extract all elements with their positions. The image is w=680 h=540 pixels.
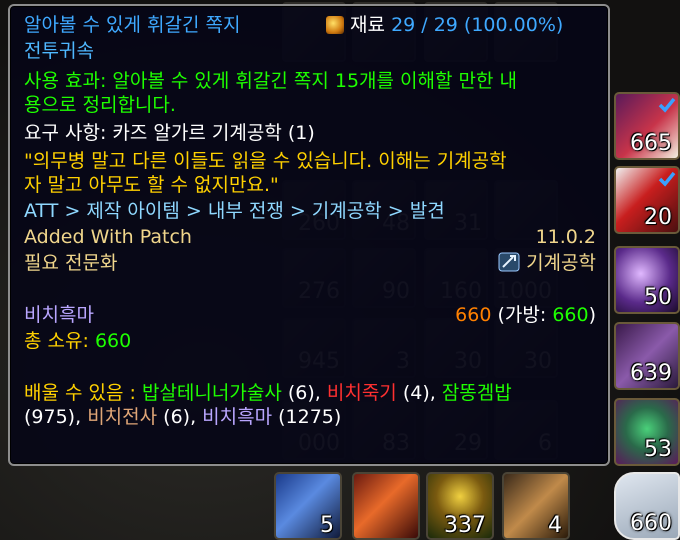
side-item-count: 665 [630, 131, 672, 156]
learnable-character: 밥살테니너가술사 [141, 382, 282, 404]
learnable-character: 비치흑마 [202, 406, 273, 428]
bind-type: 전투귀속 [24, 40, 94, 62]
side-item-count: 660 [630, 511, 672, 536]
side-item-slot[interactable]: 53 [614, 398, 680, 466]
side-item-slot[interactable]: 660 [614, 472, 680, 540]
side-item-slot[interactable]: 639 [614, 322, 680, 390]
side-item-slot[interactable]: 20 [614, 166, 680, 234]
learnable-character: 잠똥겜밥 [441, 382, 512, 404]
flavor-line-1: "의무병 말고 다른 이들도 읽을 수 있습니다. 이해는 기계공학 [24, 150, 507, 172]
action-bar-count: 5 [320, 513, 334, 538]
side-item-slot[interactable]: 50 [614, 246, 680, 314]
total-owned-label: 총 소유: [24, 330, 89, 352]
learnable-line-1: 배울 수 있음 : 밥살테니너가술사 (6), 비치죽기 (4), 잠똥겜밥 [24, 380, 512, 406]
flavor-line-2: 자 말고 아무도 할 수 없지만요." [24, 174, 279, 196]
learnable-count: (6), [287, 382, 321, 404]
learnable-count: (4), [402, 382, 436, 404]
added-with-patch-label: Added With Patch [24, 226, 192, 248]
character-count: 660 (가방: 660) [455, 302, 596, 328]
learnable-count: (975), [24, 406, 82, 428]
action-bar-slot[interactable]: 337 [426, 472, 494, 540]
reagent-info: 재료 29 / 29 (100.00%) [326, 12, 563, 38]
item-tooltip: 알아볼 수 있게 휘갈긴 쪽지 재료 29 / 29 (100.00%) 전투귀… [8, 4, 610, 466]
learnable-count: (6), [163, 406, 197, 428]
side-item-count: 50 [644, 285, 672, 310]
bag-count-value: 660 [552, 304, 589, 326]
action-bar-slot[interactable] [352, 472, 420, 540]
engineering-icon [498, 252, 520, 272]
side-item-count: 53 [644, 437, 672, 462]
learnable-character: 비치전사 [87, 406, 158, 428]
reagent-label: 재료 [350, 14, 386, 36]
action-bar-count: 337 [444, 513, 486, 538]
action-bar-count: 4 [548, 513, 562, 538]
bag-count-close: ) [588, 304, 596, 326]
patch-version: 11.0.2 [535, 226, 596, 248]
reagent-icon [326, 16, 344, 34]
use-effect-line-1: 사용 효과: 알아볼 수 있게 휘갈긴 쪽지 15개를 이해할 만한 내 [24, 70, 518, 92]
learnable-line-2: (975), 비치전사 (6), 비치흑마 (1275) [24, 404, 341, 430]
action-bar-slot[interactable]: 5 [274, 472, 342, 540]
learnable-label: 배울 수 있음 : [24, 382, 136, 404]
character-count-value: 660 [455, 304, 492, 326]
check-icon [658, 171, 676, 187]
total-owned-value: 660 [94, 330, 132, 352]
required-profession: 기계공학 [498, 250, 596, 276]
character-name: 비치흑마 [24, 304, 94, 326]
use-effect-line-2: 용으로 정리합니다. [24, 94, 176, 116]
action-bar-slot[interactable]: 4 [502, 472, 570, 540]
side-item-slot[interactable]: 665 [614, 92, 680, 160]
bag-count-label: (가방: [497, 304, 547, 326]
category-path: ATT > 제작 아이템 > 내부 전쟁 > 기계공학 > 발견 [24, 200, 445, 222]
check-icon [658, 97, 676, 113]
required-profession-label: 필요 전문화 [24, 252, 118, 274]
required-profession-value: 기계공학 [526, 252, 596, 274]
requirement: 요구 사항: 카즈 알가르 기계공학 (1) [24, 122, 315, 144]
side-item-count: 20 [644, 205, 672, 230]
learnable-count: (1275) [278, 406, 342, 428]
total-owned: 총 소유: 660 [24, 328, 131, 354]
reagent-count: 29 / 29 (100.00%) [391, 14, 564, 36]
learnable-character: 비치죽기 [326, 382, 397, 404]
item-name: 알아볼 수 있게 휘갈긴 쪽지 [24, 14, 241, 36]
side-item-count: 639 [630, 361, 672, 386]
